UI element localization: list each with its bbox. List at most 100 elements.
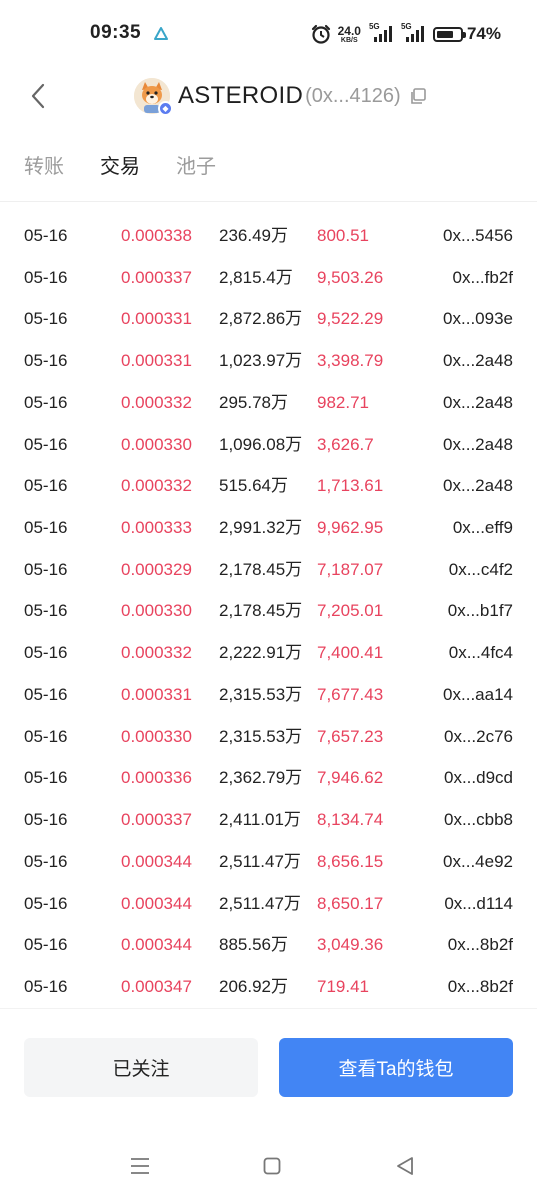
trade-amount: 1,096.08万	[219, 434, 303, 454]
trade-date: 05-16	[24, 392, 68, 412]
trade-address[interactable]: 0x...d114	[444, 883, 513, 925]
trade-row[interactable]: 05-16 0.000337 2,815.4万 9,503.26 0x...fb2f	[0, 257, 537, 299]
trade-date: 05-16	[24, 726, 68, 746]
trade-row[interactable]: 05-16 0.000331 1,023.97万 3,398.79 0x...2a48	[0, 340, 537, 382]
trade-address[interactable]: 0x...2a48	[443, 340, 513, 382]
trade-row[interactable]: 05-16 0.000337 2,411.01万 8,134.74 0x...cbb8	[0, 799, 537, 841]
status-time: 09:35	[90, 22, 142, 43]
trade-date: 05-16	[24, 434, 68, 454]
trade-address[interactable]: 0x...aa14	[443, 674, 513, 716]
trade-price: 0.000344	[121, 851, 192, 871]
trade-address[interactable]: 0x...2a48	[443, 382, 513, 424]
sim2-signal-icon: 5G	[400, 22, 427, 44]
trade-date: 05-16	[24, 518, 68, 538]
token-address: (0x...4126)	[305, 84, 401, 107]
trade-value: 9,522.29	[317, 309, 384, 329]
trade-value: 3,626.7	[317, 434, 374, 454]
trade-row[interactable]: 05-16 0.000332 2,222.91万 7,400.41 0x...4fc4	[0, 632, 537, 674]
follow-button[interactable]: 已关注	[24, 1038, 258, 1097]
trade-address[interactable]: 0x...fb2f	[453, 257, 513, 299]
trade-price: 0.000333	[121, 518, 192, 538]
trade-date: 05-16	[24, 643, 68, 663]
trade-row[interactable]: 05-16 0.000344 2,511.47万 8,650.17 0x...d114	[0, 883, 537, 925]
trade-price: 0.000332	[121, 476, 192, 496]
tab-pool[interactable]: 池子	[176, 150, 216, 179]
trade-value: 9,503.26	[317, 267, 384, 287]
copy-icon[interactable]	[409, 87, 427, 105]
view-wallet-button[interactable]: 查看Ta的钱包	[279, 1038, 513, 1097]
trade-amount: 515.64万	[219, 476, 288, 496]
token-header: ◆ ASTEROID (0x...4126)	[0, 66, 537, 128]
trade-address[interactable]: 0x...093e	[443, 298, 513, 340]
trade-address[interactable]: 0x...c4f2	[449, 549, 513, 591]
trade-address[interactable]: 0x...4e92	[443, 841, 513, 883]
trade-value: 3,398.79	[317, 351, 384, 371]
trade-price: 0.000331	[121, 351, 192, 371]
trade-row[interactable]: 05-16 0.000344 2,511.47万 8,656.15 0x...4e92	[0, 841, 537, 883]
trade-amount: 2,411.01万	[219, 810, 301, 830]
trade-value: 7,400.41	[317, 643, 384, 663]
trade-row[interactable]: 05-16 0.000336 2,362.79万 7,946.62 0x...d9cd	[0, 757, 537, 799]
nav-home-button[interactable]	[260, 1154, 284, 1178]
trade-row[interactable]: 05-16 0.000331 2,315.53万 7,677.43 0x...aa14	[0, 674, 537, 716]
trade-value: 7,205.01	[317, 601, 384, 621]
trade-price: 0.000337	[121, 267, 192, 287]
trade-amount: 1,023.97万	[219, 351, 303, 371]
tab-divider	[0, 201, 537, 202]
trade-row[interactable]: 05-16 0.000333 2,991.32万 9,962.95 0x...eff9	[0, 507, 537, 549]
sim2-network-type: 5G	[400, 22, 412, 31]
trade-row[interactable]: 05-16 0.000330 2,178.45万 7,205.01 0x...b1f7	[0, 590, 537, 632]
trades-list: 05-16 0.000338 236.49万 800.51 0x...5456 05-16…	[0, 215, 537, 1008]
trade-address[interactable]: 0x...cbb8	[444, 799, 513, 841]
tab-transfer[interactable]: 转账	[24, 150, 64, 179]
trade-amount: 885.56万	[219, 935, 288, 955]
trade-amount: 295.78万	[219, 392, 288, 412]
trade-amount: 2,178.45万	[219, 601, 303, 621]
trade-date: 05-16	[24, 935, 68, 955]
trade-address[interactable]: 0x...2c76	[444, 716, 513, 758]
trade-address[interactable]: 0x...8b2f	[448, 924, 513, 966]
trade-amount: 2,872.86万	[219, 309, 303, 329]
trade-date: 05-16	[24, 976, 68, 996]
trade-price: 0.000344	[121, 935, 192, 955]
alarm-icon	[311, 24, 330, 44]
trade-value: 8,134.74	[317, 810, 384, 830]
trade-row[interactable]: 05-16 0.000330 2,315.53万 7,657.23 0x...2c76	[0, 716, 537, 758]
trade-address[interactable]: 0x...b1f7	[448, 590, 513, 632]
trade-address[interactable]: 0x...5456	[443, 215, 513, 257]
trade-price: 0.000338	[121, 226, 192, 245]
battery-percent: 74%	[466, 24, 501, 43]
trade-address[interactable]: 0x...2a48	[443, 424, 513, 466]
trade-amount: 2,991.32万	[219, 518, 303, 538]
trade-amount: 206.92万	[219, 976, 288, 996]
nav-back-button[interactable]	[393, 1154, 417, 1178]
trade-address[interactable]: 0x...eff9	[453, 507, 513, 549]
trade-row[interactable]: 05-16 0.000332 295.78万 982.71 0x...2a48	[0, 382, 537, 424]
trade-amount: 2,178.45万	[219, 559, 303, 579]
trade-row[interactable]: 05-16 0.000330 1,096.08万 3,626.7 0x...2a48	[0, 424, 537, 466]
back-button[interactable]	[20, 78, 56, 114]
token-name: ASTEROID	[178, 82, 304, 109]
network-speed-value: 24.0	[337, 23, 361, 38]
trade-row[interactable]: 05-16 0.000338 236.49万 800.51 0x...5456	[0, 215, 537, 257]
network-speed-unit: KB/S	[340, 36, 358, 44]
trade-row[interactable]: 05-16 0.000331 2,872.86万 9,522.29 0x...093e	[0, 298, 537, 340]
chain-badge-icon: ◆	[158, 101, 173, 116]
trade-row[interactable]: 05-16 0.000344 885.56万 3,049.36 0x...8b2f	[0, 924, 537, 966]
token-title: ◆ ASTEROID (0x...4126)	[134, 74, 427, 118]
trade-value: 9,962.95	[317, 518, 384, 538]
trade-address[interactable]: 0x...2a48	[443, 465, 513, 507]
trade-price: 0.000347	[121, 976, 192, 996]
nav-menu-button[interactable]	[128, 1154, 152, 1178]
trade-address[interactable]: 0x...8b2f	[448, 966, 513, 1008]
trade-row[interactable]: 05-16 0.000332 515.64万 1,713.61 0x...2a48	[0, 465, 537, 507]
trade-date: 05-16	[24, 559, 68, 579]
menu-icon	[131, 1158, 149, 1174]
trade-row[interactable]: 05-16 0.000329 2,178.45万 7,187.07 0x...c4f2	[0, 549, 537, 591]
trade-address[interactable]: 0x...4fc4	[449, 632, 513, 674]
tab-trades[interactable]: 交易	[100, 150, 140, 179]
trade-price: 0.000331	[121, 309, 192, 329]
trade-amount: 2,315.53万	[219, 684, 303, 704]
trade-row[interactable]: 05-16 0.000347 206.92万 719.41 0x...8b2f	[0, 966, 537, 1008]
trade-address[interactable]: 0x...d9cd	[444, 757, 513, 799]
